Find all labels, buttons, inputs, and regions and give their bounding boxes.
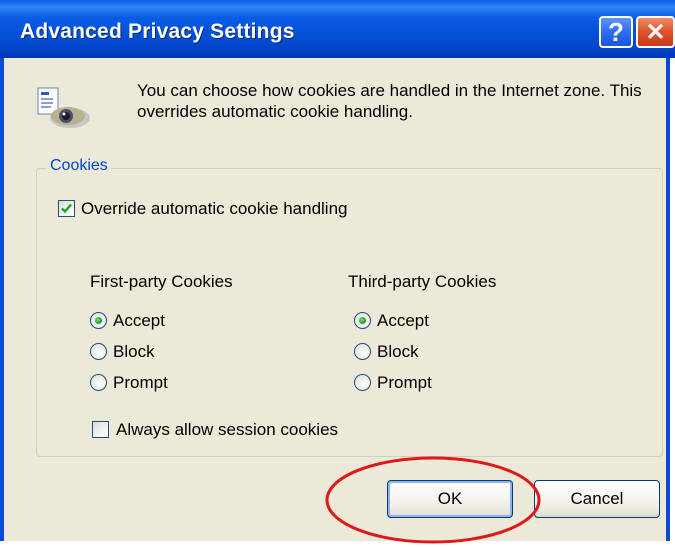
close-icon: ✕	[645, 18, 666, 46]
third-party-block-label[interactable]: Block	[377, 342, 419, 362]
first-party-prompt-label[interactable]: Prompt	[113, 373, 168, 393]
third-party-block-radio[interactable]	[354, 343, 371, 360]
close-button[interactable]: ✕	[636, 16, 675, 48]
radio-selected-dot	[95, 317, 102, 324]
override-checkbox[interactable]	[58, 200, 75, 217]
third-party-heading: Third-party Cookies	[348, 272, 497, 291]
cookies-group-label: Cookies	[47, 157, 111, 175]
cancel-button[interactable]: Cancel	[534, 480, 660, 518]
session-cookies-label[interactable]: Always allow session cookies	[116, 420, 338, 440]
privacy-eye-icon	[37, 87, 90, 128]
first-party-heading: First-party Cookies	[90, 272, 233, 291]
help-button[interactable]: ?	[599, 16, 633, 48]
session-cookies-checkbox[interactable]	[92, 421, 109, 438]
checkmark-icon	[61, 203, 72, 214]
first-party-block-radio[interactable]	[90, 343, 107, 360]
first-party-accept-label[interactable]: Accept	[113, 311, 165, 331]
radio-selected-dot	[359, 317, 366, 324]
help-icon: ?	[608, 16, 624, 47]
override-checkbox-label[interactable]: Override automatic cookie handling	[81, 199, 347, 219]
window-title: Advanced Privacy Settings	[20, 20, 295, 43]
first-party-prompt-radio[interactable]	[90, 374, 107, 391]
first-party-accept-radio[interactable]	[90, 312, 107, 329]
ok-button[interactable]: OK	[387, 480, 513, 518]
window-frame-right	[666, 58, 675, 541]
third-party-accept-radio[interactable]	[354, 312, 371, 329]
title-bar[interactable]: Advanced Privacy Settings ? ✕	[0, 0, 675, 58]
first-party-block-label[interactable]: Block	[113, 342, 155, 362]
description-text: You can choose how cookies are handled i…	[137, 81, 642, 121]
third-party-prompt-radio[interactable]	[354, 374, 371, 391]
window-frame-left	[0, 58, 4, 541]
advanced-privacy-settings-dialog: Advanced Privacy Settings ? ✕ You can ch…	[0, 0, 675, 544]
third-party-prompt-label[interactable]: Prompt	[377, 373, 432, 393]
third-party-accept-label[interactable]: Accept	[377, 311, 429, 331]
